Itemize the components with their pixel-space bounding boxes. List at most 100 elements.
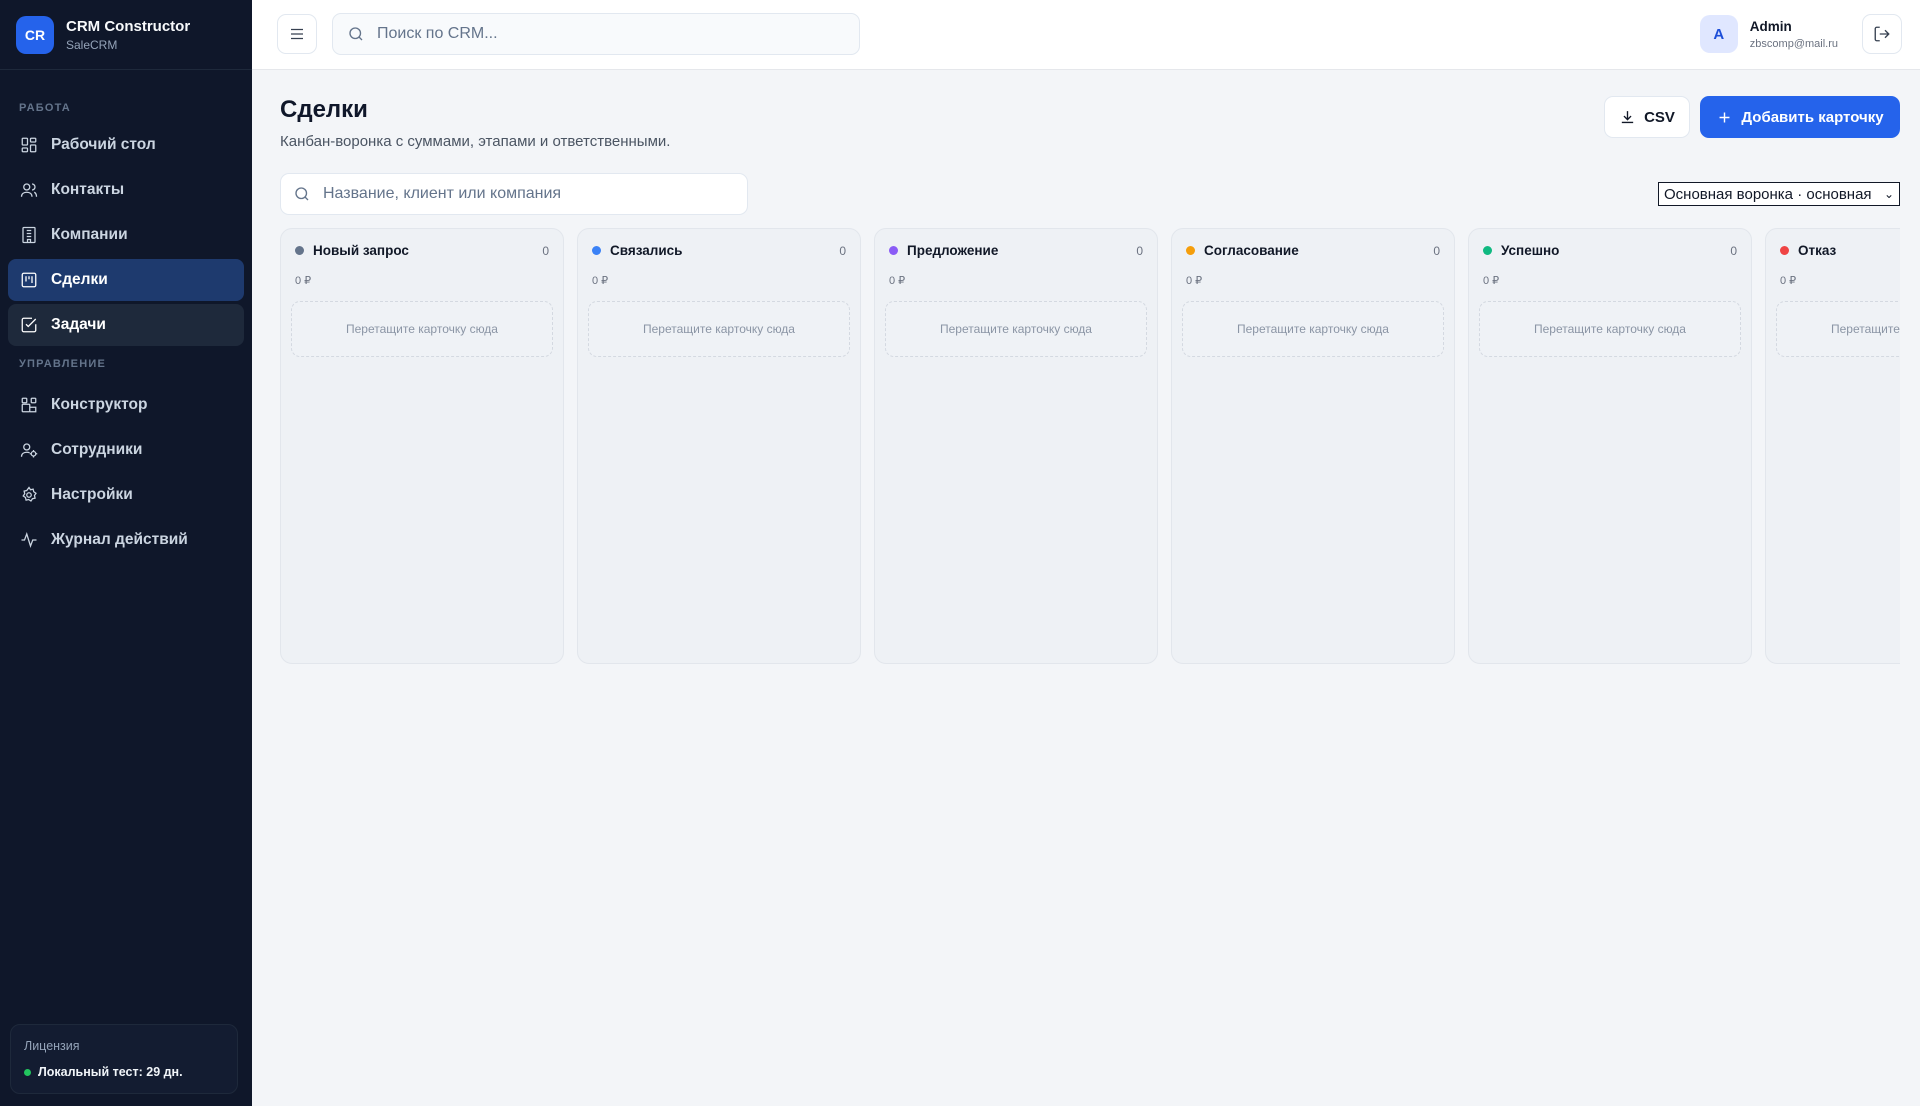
column-count: 0 bbox=[1433, 243, 1440, 258]
column-header: Предложение 0 bbox=[889, 243, 1143, 258]
column-title: Отказ bbox=[1798, 243, 1837, 258]
column-sum: 0 ₽ bbox=[295, 275, 312, 287]
stage-dot bbox=[1483, 246, 1492, 255]
gear-icon bbox=[20, 486, 38, 504]
sidebar-item-constructor[interactable]: Конструктор bbox=[8, 384, 244, 426]
license-status-text: Локальный тест: 29 дн. bbox=[38, 1065, 183, 1079]
column-header: Согласование 0 bbox=[1186, 243, 1440, 258]
global-search-input[interactable]: Поиск по CRM... bbox=[332, 13, 860, 55]
chevron-down-icon: ⌄ bbox=[1883, 187, 1894, 201]
kanban-icon bbox=[20, 271, 38, 289]
column-header: Отказ 0 bbox=[1780, 243, 1900, 258]
kanban-board: Новый запрос 0 0 ₽ Перетащите карточку с… bbox=[280, 228, 1900, 668]
section-label-manage: УПРАВЛЕНИЕ bbox=[19, 358, 106, 370]
sidebar-item-tasks[interactable]: Задачи bbox=[8, 304, 244, 346]
sidebar-item-companies[interactable]: Компании bbox=[8, 214, 244, 256]
stage-dot bbox=[295, 246, 304, 255]
column-sum: 0 ₽ bbox=[1186, 275, 1203, 287]
avatar: A bbox=[1699, 15, 1738, 53]
user-email: zbscomp@mail.ru bbox=[1749, 37, 1838, 50]
brand-title: CRM Constructor bbox=[66, 17, 191, 35]
column-sum: 0 ₽ bbox=[1780, 275, 1797, 287]
sidebar-item-label: Конструктор bbox=[51, 396, 148, 413]
kanban-column-negotiation: Согласование 0 0 ₽ Перетащите карточку с… bbox=[1171, 228, 1455, 664]
sidebar-item-label: Сделки bbox=[51, 271, 108, 288]
column-sum: 0 ₽ bbox=[889, 275, 906, 287]
csv-export-button[interactable]: CSV bbox=[1604, 96, 1690, 138]
blocks-icon bbox=[20, 396, 38, 414]
column-count: 0 bbox=[1136, 243, 1143, 258]
column-count: 0 bbox=[542, 243, 549, 258]
column-title: Предложение bbox=[907, 243, 999, 258]
deal-search-input[interactable]: Название, клиент или компания bbox=[280, 173, 748, 215]
stage-dot bbox=[889, 246, 898, 255]
stage-dot bbox=[1780, 246, 1789, 255]
sidebar-item-contacts[interactable]: Контакты bbox=[8, 169, 244, 211]
kanban-column-won: Успешно 0 0 ₽ Перетащите карточку сюда bbox=[1468, 228, 1752, 664]
building-icon bbox=[20, 226, 38, 244]
sidebar-item-audit-log[interactable]: Журнал действий bbox=[8, 519, 244, 561]
sidebar-item-label: Контакты bbox=[51, 181, 125, 198]
user-name: Admin bbox=[1749, 18, 1792, 34]
user-menu[interactable]: A Admin zbscomp@mail.ru bbox=[1699, 15, 1838, 53]
download-icon bbox=[1621, 110, 1634, 123]
license-panel: Лицензия Локальный тест: 29 дн. bbox=[10, 1024, 238, 1094]
sidebar: CR CRM Constructor SaleCRM РАБОТА Рабочи… bbox=[0, 0, 252, 1106]
card-dropzone[interactable]: Перетащите карточку сюда bbox=[1479, 301, 1741, 357]
brand[interactable]: CR CRM Constructor SaleCRM bbox=[0, 0, 252, 70]
card-dropzone[interactable]: Перетащите карточку сюда bbox=[885, 301, 1147, 357]
sidebar-item-label: Рабочий стол bbox=[51, 136, 156, 153]
column-header: Успешно 0 bbox=[1483, 243, 1737, 258]
column-sum: 0 ₽ bbox=[1483, 275, 1500, 287]
funnel-select[interactable]: Основная воронка · основная ⌄ bbox=[1658, 182, 1900, 206]
add-card-label: Добавить карточку bbox=[1741, 108, 1884, 126]
user-gear-icon bbox=[20, 441, 38, 459]
card-dropzone[interactable]: Перетащите карточку сюда bbox=[1182, 301, 1444, 357]
logout-icon bbox=[1874, 26, 1890, 42]
activity-icon bbox=[20, 531, 38, 549]
sidebar-item-settings[interactable]: Настройки bbox=[8, 474, 244, 516]
column-title: Успешно bbox=[1501, 243, 1560, 258]
global-search-placeholder: Поиск по CRM... bbox=[377, 25, 498, 42]
column-count: 0 bbox=[839, 243, 846, 258]
column-header: Связались 0 bbox=[592, 243, 846, 258]
dashboard-icon bbox=[20, 136, 38, 154]
funnel-select-value: Основная воронка · основная bbox=[1664, 185, 1872, 203]
hamburger-icon bbox=[291, 28, 303, 40]
sidebar-item-label: Сотрудники bbox=[51, 441, 143, 458]
brand-subtitle: SaleCRM bbox=[66, 37, 118, 52]
column-title: Согласование bbox=[1204, 243, 1299, 258]
license-status: Локальный тест: 29 дн. bbox=[24, 1065, 224, 1079]
add-card-button[interactable]: Добавить карточку bbox=[1700, 96, 1900, 138]
kanban-column-lost: Отказ 0 0 ₽ Перетащите карточку сюда bbox=[1765, 228, 1900, 664]
search-icon bbox=[295, 187, 309, 201]
plus-icon bbox=[1719, 112, 1730, 122]
page-title: Сделки bbox=[280, 96, 368, 123]
sidebar-item-employees[interactable]: Сотрудники bbox=[8, 429, 244, 471]
card-dropzone[interactable]: Перетащите карточку сюда bbox=[291, 301, 553, 357]
logout-button[interactable] bbox=[1862, 14, 1902, 54]
csv-export-label: CSV bbox=[1644, 108, 1675, 126]
sidebar-item-label: Задачи bbox=[51, 316, 106, 333]
column-header: Новый запрос 0 bbox=[295, 243, 549, 258]
sidebar-item-label: Журнал действий bbox=[51, 531, 188, 548]
users-icon bbox=[20, 181, 38, 199]
kanban-column-new-request: Новый запрос 0 0 ₽ Перетащите карточку с… bbox=[280, 228, 564, 664]
brand-logo: CR bbox=[16, 15, 54, 54]
stage-dot bbox=[1186, 246, 1195, 255]
sidebar-item-label: Компании bbox=[51, 226, 128, 243]
card-dropzone[interactable]: Перетащите карточку сюда bbox=[1776, 301, 1900, 357]
column-title: Связались bbox=[610, 243, 683, 258]
deal-search-placeholder: Название, клиент или компания bbox=[323, 185, 562, 202]
menu-toggle-button[interactable] bbox=[277, 14, 317, 54]
card-dropzone[interactable]: Перетащите карточку сюда bbox=[588, 301, 850, 357]
topbar: Поиск по CRM... A Admin zbscomp@mail.ru bbox=[252, 0, 1920, 70]
sidebar-item-label: Настройки bbox=[51, 486, 133, 503]
kanban-column-contacted: Связались 0 0 ₽ Перетащите карточку сюда bbox=[577, 228, 861, 664]
section-label-work: РАБОТА bbox=[19, 102, 71, 114]
checkbox-icon bbox=[20, 316, 38, 334]
sidebar-item-deals[interactable]: Сделки bbox=[8, 259, 244, 301]
license-title: Лицензия bbox=[24, 1039, 80, 1053]
status-dot bbox=[24, 1068, 31, 1076]
sidebar-item-dashboard[interactable]: Рабочий стол bbox=[8, 124, 244, 166]
